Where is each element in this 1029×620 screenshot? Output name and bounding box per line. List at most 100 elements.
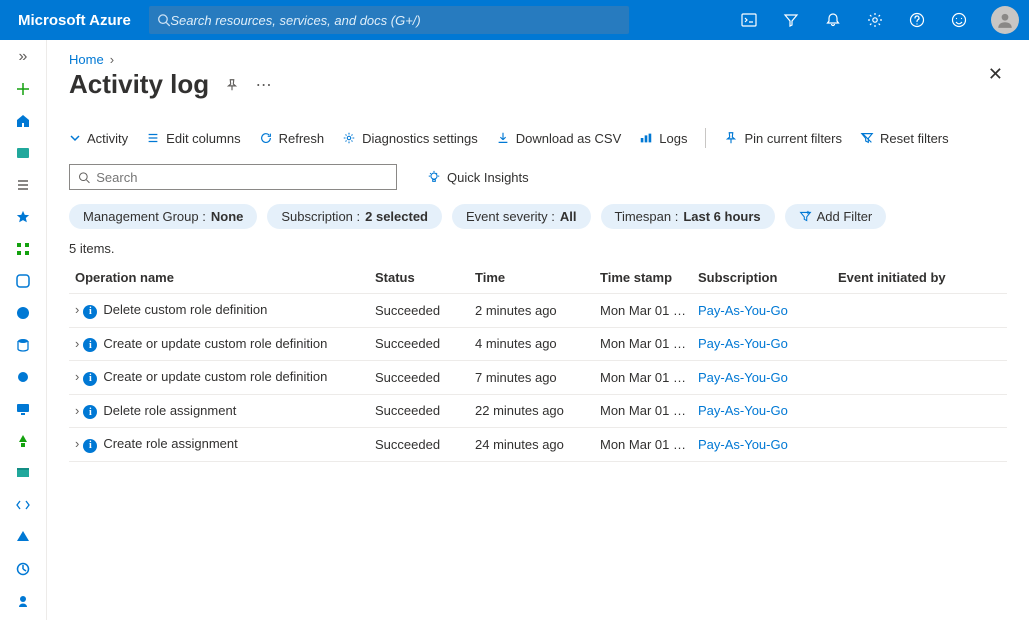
avatar[interactable] bbox=[991, 6, 1019, 34]
operation-name: Create or update custom role definition bbox=[103, 369, 327, 384]
diagnostics-button[interactable]: Diagnostics settings bbox=[342, 131, 478, 146]
notifications-icon[interactable] bbox=[813, 0, 853, 40]
cell-timestamp: Mon Mar 01 … bbox=[594, 394, 692, 428]
col-initiator[interactable]: Event initiated by bbox=[832, 262, 1007, 294]
resource-groups-icon[interactable] bbox=[12, 270, 34, 292]
dashboard-icon[interactable] bbox=[12, 142, 34, 164]
global-search[interactable] bbox=[149, 6, 629, 34]
cell-time: 4 minutes ago bbox=[469, 327, 594, 361]
azure-ad-icon[interactable] bbox=[12, 526, 34, 548]
cell-timestamp: Mon Mar 01 … bbox=[594, 428, 692, 462]
brand: Microsoft Azure bbox=[0, 12, 149, 29]
breadcrumb: Home › bbox=[69, 52, 1007, 67]
activity-table: Operation name Status Time Time stamp Su… bbox=[69, 262, 1007, 462]
monitor-icon[interactable] bbox=[12, 558, 34, 580]
pin-icon[interactable] bbox=[223, 76, 241, 94]
top-icons bbox=[729, 0, 1029, 40]
cell-status: Succeeded bbox=[369, 327, 469, 361]
col-subscription[interactable]: Subscription bbox=[692, 262, 832, 294]
subscription-link[interactable]: Pay-As-You-Go bbox=[698, 437, 788, 452]
subscription-link[interactable]: Pay-As-You-Go bbox=[698, 336, 788, 351]
search-icon bbox=[157, 13, 171, 27]
add-filter-button[interactable]: Add Filter bbox=[785, 204, 887, 229]
table-row[interactable]: ›iCreate or update custom role definitio… bbox=[69, 327, 1007, 361]
all-services-icon[interactable] bbox=[12, 174, 34, 196]
toolbar-divider bbox=[705, 128, 706, 148]
search-icon bbox=[78, 171, 90, 184]
expand-sidebar-icon[interactable]: » bbox=[12, 46, 34, 68]
more-icon[interactable]: ⋯ bbox=[255, 76, 273, 94]
table-row[interactable]: ›i Create or update custom role definitio… bbox=[69, 361, 1007, 395]
cell-time: 2 minutes ago bbox=[469, 294, 594, 328]
reset-filters-button[interactable]: Reset filters bbox=[860, 131, 949, 146]
download-csv-button[interactable]: Download as CSV bbox=[496, 131, 622, 146]
global-search-input[interactable] bbox=[170, 13, 620, 28]
sidebar: » bbox=[0, 40, 47, 620]
edit-columns-button[interactable]: Edit columns bbox=[146, 131, 240, 146]
load-balancers-icon[interactable] bbox=[12, 430, 34, 452]
local-search[interactable] bbox=[69, 164, 397, 190]
help-icon[interactable] bbox=[897, 0, 937, 40]
operation-name: Create role assignment bbox=[103, 436, 237, 451]
cell-status: Succeeded bbox=[369, 394, 469, 428]
filter-timespan[interactable]: Timespan : Last 6 hours bbox=[601, 204, 775, 229]
feedback-icon[interactable] bbox=[939, 0, 979, 40]
subscription-link[interactable]: Pay-As-You-Go bbox=[698, 370, 788, 385]
cell-initiator bbox=[832, 394, 1007, 428]
advisor-icon[interactable] bbox=[12, 590, 34, 612]
sql-databases-icon[interactable] bbox=[12, 334, 34, 356]
subscription-link[interactable]: Pay-As-You-Go bbox=[698, 403, 788, 418]
chevron-right-icon[interactable]: › bbox=[75, 403, 83, 418]
create-resource-icon[interactable] bbox=[12, 78, 34, 100]
cell-timestamp: Mon Mar 01 … bbox=[594, 294, 692, 328]
table-row[interactable]: ›iDelete custom role definitionSucceeded… bbox=[69, 294, 1007, 328]
cell-time: 24 minutes ago bbox=[469, 428, 594, 462]
chevron-right-icon[interactable]: › bbox=[75, 336, 83, 351]
col-time[interactable]: Time bbox=[469, 262, 594, 294]
cosmos-db-icon[interactable] bbox=[12, 366, 34, 388]
all-resources-icon[interactable] bbox=[12, 238, 34, 260]
filter-management-group[interactable]: Management Group : None bbox=[69, 204, 257, 229]
operation-name: Delete role assignment bbox=[103, 403, 236, 418]
logs-button[interactable]: Logs bbox=[639, 131, 687, 146]
virtual-machines-icon[interactable] bbox=[12, 398, 34, 420]
cell-timestamp: Mon Mar 01 … bbox=[594, 361, 692, 395]
directory-filter-icon[interactable] bbox=[771, 0, 811, 40]
filter-subscription[interactable]: Subscription : 2 selected bbox=[267, 204, 442, 229]
favorites-icon[interactable] bbox=[12, 206, 34, 228]
chevron-right-icon[interactable]: › bbox=[75, 302, 83, 317]
storage-icon[interactable] bbox=[12, 462, 34, 484]
operation-name: Create or update custom role definition bbox=[103, 336, 327, 351]
app-services-icon[interactable] bbox=[12, 302, 34, 324]
table-row[interactable]: ›i Create role assignment Succeeded24 minu… bbox=[69, 428, 1007, 462]
col-timestamp[interactable]: Time stamp bbox=[594, 262, 692, 294]
info-icon: i bbox=[83, 439, 97, 453]
chevron-right-icon[interactable]: › bbox=[75, 369, 83, 384]
close-icon[interactable]: ✕ bbox=[988, 64, 1003, 85]
cell-time: 7 minutes ago bbox=[469, 361, 594, 395]
col-operation[interactable]: Operation name bbox=[69, 262, 369, 294]
top-bar: Microsoft Azure bbox=[0, 0, 1029, 40]
settings-icon[interactable] bbox=[855, 0, 895, 40]
info-icon: i bbox=[83, 405, 97, 419]
activity-dropdown[interactable]: Activity bbox=[69, 131, 128, 146]
filter-severity[interactable]: Event severity : All bbox=[452, 204, 591, 229]
cell-status: Succeeded bbox=[369, 428, 469, 462]
pin-filters-button[interactable]: Pin current filters bbox=[724, 131, 842, 146]
breadcrumb-home[interactable]: Home bbox=[69, 52, 104, 67]
home-icon[interactable] bbox=[12, 110, 34, 132]
main-content: Home › Activity log ⋯ ✕ Activity Edit co… bbox=[47, 40, 1029, 620]
cloud-shell-icon[interactable] bbox=[729, 0, 769, 40]
info-icon: i bbox=[83, 372, 97, 386]
add-filter-icon bbox=[799, 210, 812, 223]
cell-timestamp: Mon Mar 01 … bbox=[594, 327, 692, 361]
cell-initiator bbox=[832, 294, 1007, 328]
subscription-link[interactable]: Pay-As-You-Go bbox=[698, 303, 788, 318]
virtual-networks-icon[interactable] bbox=[12, 494, 34, 516]
refresh-button[interactable]: Refresh bbox=[259, 131, 325, 146]
chevron-right-icon[interactable]: › bbox=[75, 436, 83, 451]
col-status[interactable]: Status bbox=[369, 262, 469, 294]
quick-insights-button[interactable]: Quick Insights bbox=[427, 170, 529, 185]
table-row[interactable]: ›iDelete role assignmentSucceeded22 minu… bbox=[69, 394, 1007, 428]
local-search-input[interactable] bbox=[96, 170, 388, 185]
